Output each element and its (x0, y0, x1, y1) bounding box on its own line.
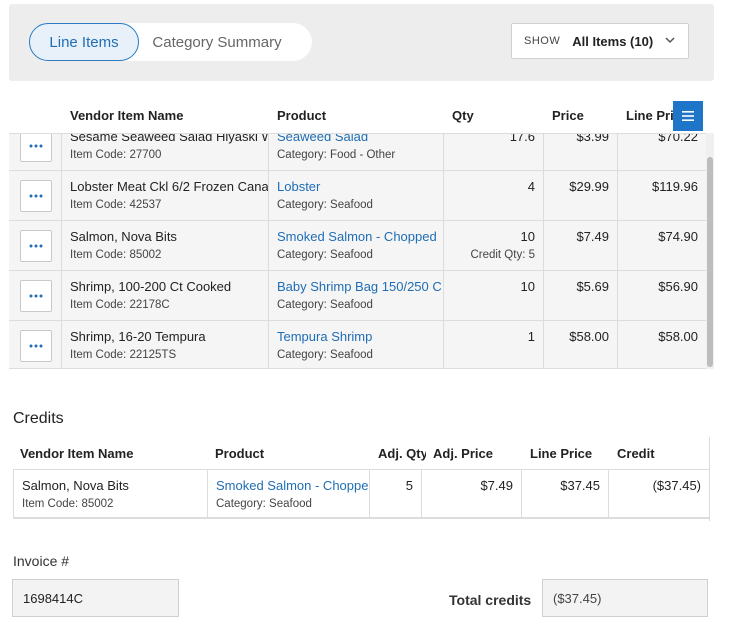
line-items-grid: Vendor Item Name Product Qty Price Line … (9, 95, 714, 369)
table-row[interactable]: Shrimp, 100-200 Ct Cooked Item Code: 221… (9, 271, 706, 321)
qty-value: 10 (520, 229, 535, 244)
item-code: Item Code: 22125TS (70, 349, 177, 361)
hamburger-icon (682, 111, 694, 121)
row-actions-button[interactable] (20, 180, 52, 212)
qty-value: 10 (520, 279, 535, 294)
column-header-vendor-item-name[interactable]: Vendor Item Name (70, 108, 183, 123)
credits-header-line-price[interactable]: Line Price (530, 446, 592, 461)
total-credits-label: Total credits (449, 592, 532, 608)
line-price-value: $70.22 (658, 133, 698, 144)
row-actions-button[interactable] (20, 330, 52, 362)
invoice-number-field[interactable]: 1698414C (12, 579, 179, 617)
adj-qty-value: 5 (405, 478, 413, 493)
credits-grid: Vendor Item Name Product Adj. Qty Adj. P… (13, 437, 717, 521)
item-code: Item Code: 42537 (70, 199, 162, 211)
vendor-item-name: Shrimp, 100-200 Ct Cooked (70, 279, 232, 294)
line-price-value: $56.90 (658, 279, 698, 294)
credits-header-adj-qty[interactable]: Adj. Qty (378, 446, 426, 461)
line-price-value: $58.00 (658, 329, 698, 344)
credits-heading: Credits (13, 410, 64, 427)
grid-header: Vendor Item Name Product Qty Price Line … (9, 95, 714, 133)
price-value: $3.99 (576, 133, 609, 144)
table-row[interactable]: Lobster Meat Ckl 6/2 Frozen Cana Item Co… (9, 171, 706, 221)
credits-header-credit[interactable]: Credit (617, 446, 655, 461)
credits-header-adj-price[interactable]: Adj. Price (433, 446, 493, 461)
table-row[interactable]: Shrimp, 16-20 Tempura Item Code: 22125TS… (9, 321, 706, 368)
product-category: Category: Seafood (277, 249, 373, 261)
vendor-item-name: Lobster Meat Ckl 6/2 Frozen Cana (70, 179, 269, 194)
price-value: $29.99 (569, 179, 609, 194)
grid-body: Sesame Seaweed Salad Hiyaski W Item Code… (9, 133, 714, 369)
qty-value: 17.6 (509, 133, 535, 144)
credit-value: ($37.45) (652, 478, 701, 493)
table-row[interactable]: Salmon, Nova Bits Item Code: 85002 Smoke… (9, 221, 706, 271)
credits-header-product[interactable]: Product (215, 446, 264, 461)
item-code: Item Code: 85002 (70, 249, 162, 261)
price-value: $58.00 (569, 329, 609, 344)
qty-value: 1 (527, 329, 535, 344)
scrollbar-thumb[interactable] (707, 157, 713, 367)
tab-line-items[interactable]: Line Items (29, 23, 139, 61)
product-link[interactable]: Smoked Salmon - Chopped (277, 229, 437, 244)
price-value: $7.49 (576, 229, 609, 244)
product-category: Category: Seafood (216, 498, 312, 510)
more-options-icon (29, 294, 43, 298)
product-category: Category: Seafood (277, 199, 373, 211)
line-price-value: $37.45 (560, 478, 600, 493)
toolbar: Line Items Category Summary SHOW All Ite… (9, 4, 714, 81)
product-link[interactable]: Lobster (277, 179, 320, 194)
product-link[interactable]: Seaweed Salad (277, 134, 368, 144)
product-link[interactable]: Smoked Salmon - Choppe (216, 478, 368, 493)
column-header-price[interactable]: Price (552, 108, 584, 123)
item-code: Item Code: 27700 (70, 149, 162, 161)
show-filter-label: SHOW (524, 35, 561, 47)
adj-price-value: $7.49 (480, 478, 513, 493)
more-options-icon (29, 194, 43, 198)
credits-header-vendor-item-name[interactable]: Vendor Item Name (20, 446, 133, 461)
item-code: Item Code: 85002 (22, 498, 114, 510)
view-toggle: Line Items Category Summary (29, 23, 312, 61)
product-category: Category: Seafood (277, 349, 373, 361)
product-category: Category: Food - Other (277, 149, 396, 161)
vendor-item-name: Salmon, Nova Bits (22, 478, 129, 493)
row-actions-button[interactable] (20, 134, 52, 162)
show-filter-value: All Items (10) (572, 33, 654, 49)
row-actions-button[interactable] (20, 230, 52, 262)
product-category: Category: Seafood (277, 299, 373, 311)
more-options-icon (29, 344, 43, 348)
credit-row[interactable]: Salmon, Nova Bits Item Code: 85002 Smoke… (13, 469, 709, 519)
vertical-scrollbar[interactable] (706, 133, 714, 369)
total-credits-field[interactable]: ($37.45) (542, 579, 708, 617)
vendor-item-name: Salmon, Nova Bits (70, 229, 177, 244)
item-code: Item Code: 22178C (70, 299, 170, 311)
product-link[interactable]: Baby Shrimp Bag 150/250 C (277, 279, 442, 294)
invoice-number-label: Invoice # (13, 553, 70, 569)
tab-category-summary[interactable]: Category Summary (139, 23, 289, 61)
column-menu-button[interactable] (673, 101, 703, 131)
show-filter-select[interactable]: SHOW All Items (10) (511, 23, 689, 59)
chevron-down-icon (665, 37, 675, 44)
more-options-icon (29, 144, 43, 148)
product-link[interactable]: Tempura Shrimp (277, 329, 372, 344)
more-options-icon (29, 244, 43, 248)
vendor-item-name: Sesame Seaweed Salad Hiyaski W (70, 133, 269, 144)
column-header-qty[interactable]: Qty (452, 108, 474, 123)
line-price-value: $74.90 (658, 229, 698, 244)
column-header-product[interactable]: Product (277, 108, 326, 123)
table-row[interactable]: Sesame Seaweed Salad Hiyaski W Item Code… (9, 133, 706, 171)
price-value: $5.69 (576, 279, 609, 294)
line-price-value: $119.96 (651, 179, 698, 194)
row-actions-button[interactable] (20, 280, 52, 312)
credit-qty-value: Credit Qty: 5 (470, 249, 535, 261)
qty-value: 4 (527, 179, 535, 194)
vendor-item-name: Shrimp, 16-20 Tempura (70, 329, 206, 344)
